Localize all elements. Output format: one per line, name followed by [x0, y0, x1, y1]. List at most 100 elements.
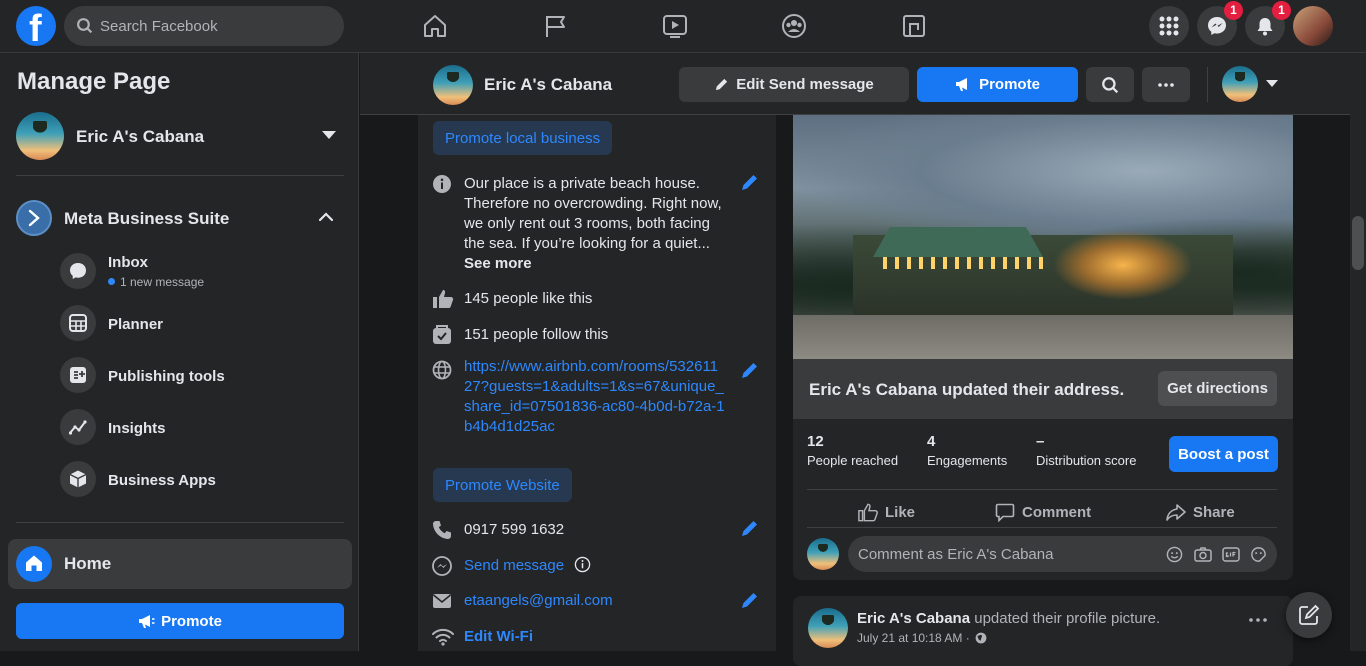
follow-checkbox-icon: [433, 325, 451, 344]
post-divider: [807, 489, 1277, 490]
messenger-button[interactable]: 1: [1197, 1, 1243, 46]
followers-count: 151 people follow this: [464, 326, 609, 343]
sidebar-item-planner[interactable]: Planner: [60, 301, 344, 345]
send-message-link[interactable]: Send message: [464, 557, 564, 574]
sidebar-item-insights[interactable]: Insights: [60, 405, 344, 449]
wifi-icon: [432, 628, 454, 646]
info-circle-icon[interactable]: [574, 556, 591, 573]
more-options-button[interactable]: [1142, 67, 1190, 102]
profile-switch-avatar[interactable]: [1222, 66, 1258, 102]
promote-local-business-button[interactable]: Promote local business: [433, 121, 613, 155]
promote-button[interactable]: Promote: [16, 603, 344, 639]
inbox-icon-circle: [60, 253, 96, 289]
insights-icon-circle: [60, 409, 96, 445]
watch-icon[interactable]: [661, 12, 689, 40]
meta-business-suite-label[interactable]: Meta Business Suite: [64, 209, 229, 229]
chat-bubble-icon: [70, 263, 86, 279]
post-author-avatar[interactable]: [808, 608, 848, 648]
search-bar[interactable]: [64, 6, 344, 46]
flag-icon[interactable]: [542, 12, 570, 40]
sticker-icon[interactable]: [1250, 546, 1267, 563]
notifications-button[interactable]: 1: [1245, 1, 1291, 46]
about-intro-card: Promote local business Our place is a pr…: [418, 115, 776, 651]
email-link[interactable]: etaangels@gmail.com: [464, 592, 613, 609]
account-avatar[interactable]: [1293, 6, 1333, 46]
page-header-name[interactable]: Eric A's Cabana: [484, 75, 612, 95]
messenger-icon: [1208, 17, 1226, 35]
website-link[interactable]: https://www.airbnb.com/rooms/53261127?gu…: [464, 357, 726, 437]
publishing-tools-icon: [70, 367, 86, 383]
trend-line-icon: [68, 420, 87, 435]
messenger-icon: [432, 556, 452, 576]
post-action-text: updated their profile picture.: [970, 610, 1161, 627]
scrollbar-track[interactable]: [1350, 53, 1366, 651]
chevron-up-icon[interactable]: [319, 212, 333, 222]
post-photo[interactable]: [793, 115, 1293, 359]
pencil-icon: [716, 78, 728, 91]
sidebar-item-label: Insights: [108, 420, 166, 437]
commenter-avatar[interactable]: [807, 538, 839, 570]
page-header-avatar[interactable]: [433, 65, 473, 105]
menu-button[interactable]: [1149, 6, 1189, 46]
edit-send-message-button[interactable]: Edit Send message: [679, 67, 909, 102]
facebook-logo[interactable]: f: [16, 6, 56, 46]
search-page-button[interactable]: [1086, 67, 1134, 102]
page-header-bar: Eric A's Cabana Edit Send message Promot…: [360, 53, 1350, 115]
comment-input[interactable]: [858, 536, 1158, 572]
comment-button[interactable]: Comment: [995, 497, 1091, 527]
chevron-down-icon[interactable]: [1266, 80, 1278, 88]
camera-icon[interactable]: [1194, 546, 1212, 563]
boost-post-button[interactable]: Boost a post: [1169, 436, 1278, 472]
stat-value: –: [1036, 433, 1045, 450]
pencil-icon[interactable]: [740, 172, 760, 192]
gif-icon[interactable]: [1222, 546, 1240, 563]
email-row: etaangels@gmail.com: [464, 591, 613, 611]
stat-people-reached: 12 People reached: [807, 433, 898, 468]
globe-icon: [432, 360, 452, 380]
search-input[interactable]: [100, 6, 330, 46]
envelope-icon: [432, 594, 452, 608]
share-button[interactable]: Share: [1166, 497, 1235, 527]
likes-count: 145 people like this: [464, 290, 593, 307]
new-message-button[interactable]: [1286, 592, 1332, 638]
promote-website-button[interactable]: Promote Website: [433, 468, 572, 502]
pencil-icon[interactable]: [740, 518, 760, 538]
gaming-icon[interactable]: [900, 12, 928, 40]
sidebar-item-business-apps[interactable]: Business Apps: [60, 457, 344, 501]
scrollbar-thumb[interactable]: [1352, 216, 1364, 270]
get-directions-button[interactable]: Get directions: [1158, 371, 1277, 406]
emoji-icon[interactable]: [1166, 546, 1183, 563]
phone-number[interactable]: 0917 599 1632: [464, 520, 564, 540]
post-header: Eric A's Cabana updated their profile pi…: [857, 610, 1160, 627]
post-timestamp[interactable]: July 21 at 10:18 AM ·: [857, 631, 970, 645]
photo-sand: [793, 315, 1293, 359]
share-arrow-icon: [1166, 503, 1186, 521]
more-dots-icon[interactable]: [1249, 618, 1267, 622]
page-switcher-name[interactable]: Eric A's Cabana: [76, 127, 204, 147]
more-dots-icon: [1158, 82, 1174, 87]
like-button[interactable]: Like: [858, 497, 915, 527]
sidebar-item-publishing-tools[interactable]: Publishing tools: [60, 353, 344, 397]
logo-letter: f: [29, 8, 42, 46]
pencil-icon[interactable]: [740, 590, 760, 610]
business-apps-icon-circle: [60, 461, 96, 497]
home-icon[interactable]: [421, 12, 449, 40]
groups-icon[interactable]: [780, 12, 808, 40]
info-icon: [433, 175, 451, 193]
megaphone-icon: [139, 614, 155, 628]
see-more-link[interactable]: See more: [464, 254, 726, 274]
thumbs-up-icon: [858, 503, 878, 521]
edit-wifi-link[interactable]: Edit Wi-Fi: [464, 628, 533, 645]
chevron-down-icon[interactable]: [322, 131, 336, 140]
post-author-name[interactable]: Eric A's Cabana: [857, 610, 970, 627]
unread-dot: [108, 278, 115, 285]
promote-label: Promote: [161, 612, 222, 630]
promote-button[interactable]: Promote: [917, 67, 1078, 102]
sidebar-item-home[interactable]: Home: [8, 539, 352, 589]
edit-send-label: Edit Send message: [736, 76, 874, 93]
comment-field[interactable]: [848, 536, 1277, 572]
address-update-bar: Eric A's Cabana updated their address. G…: [793, 359, 1293, 419]
sidebar-item-inbox[interactable]: Inbox 1 new message: [60, 249, 344, 293]
page-avatar[interactable]: [16, 112, 64, 160]
pencil-icon[interactable]: [740, 360, 760, 380]
